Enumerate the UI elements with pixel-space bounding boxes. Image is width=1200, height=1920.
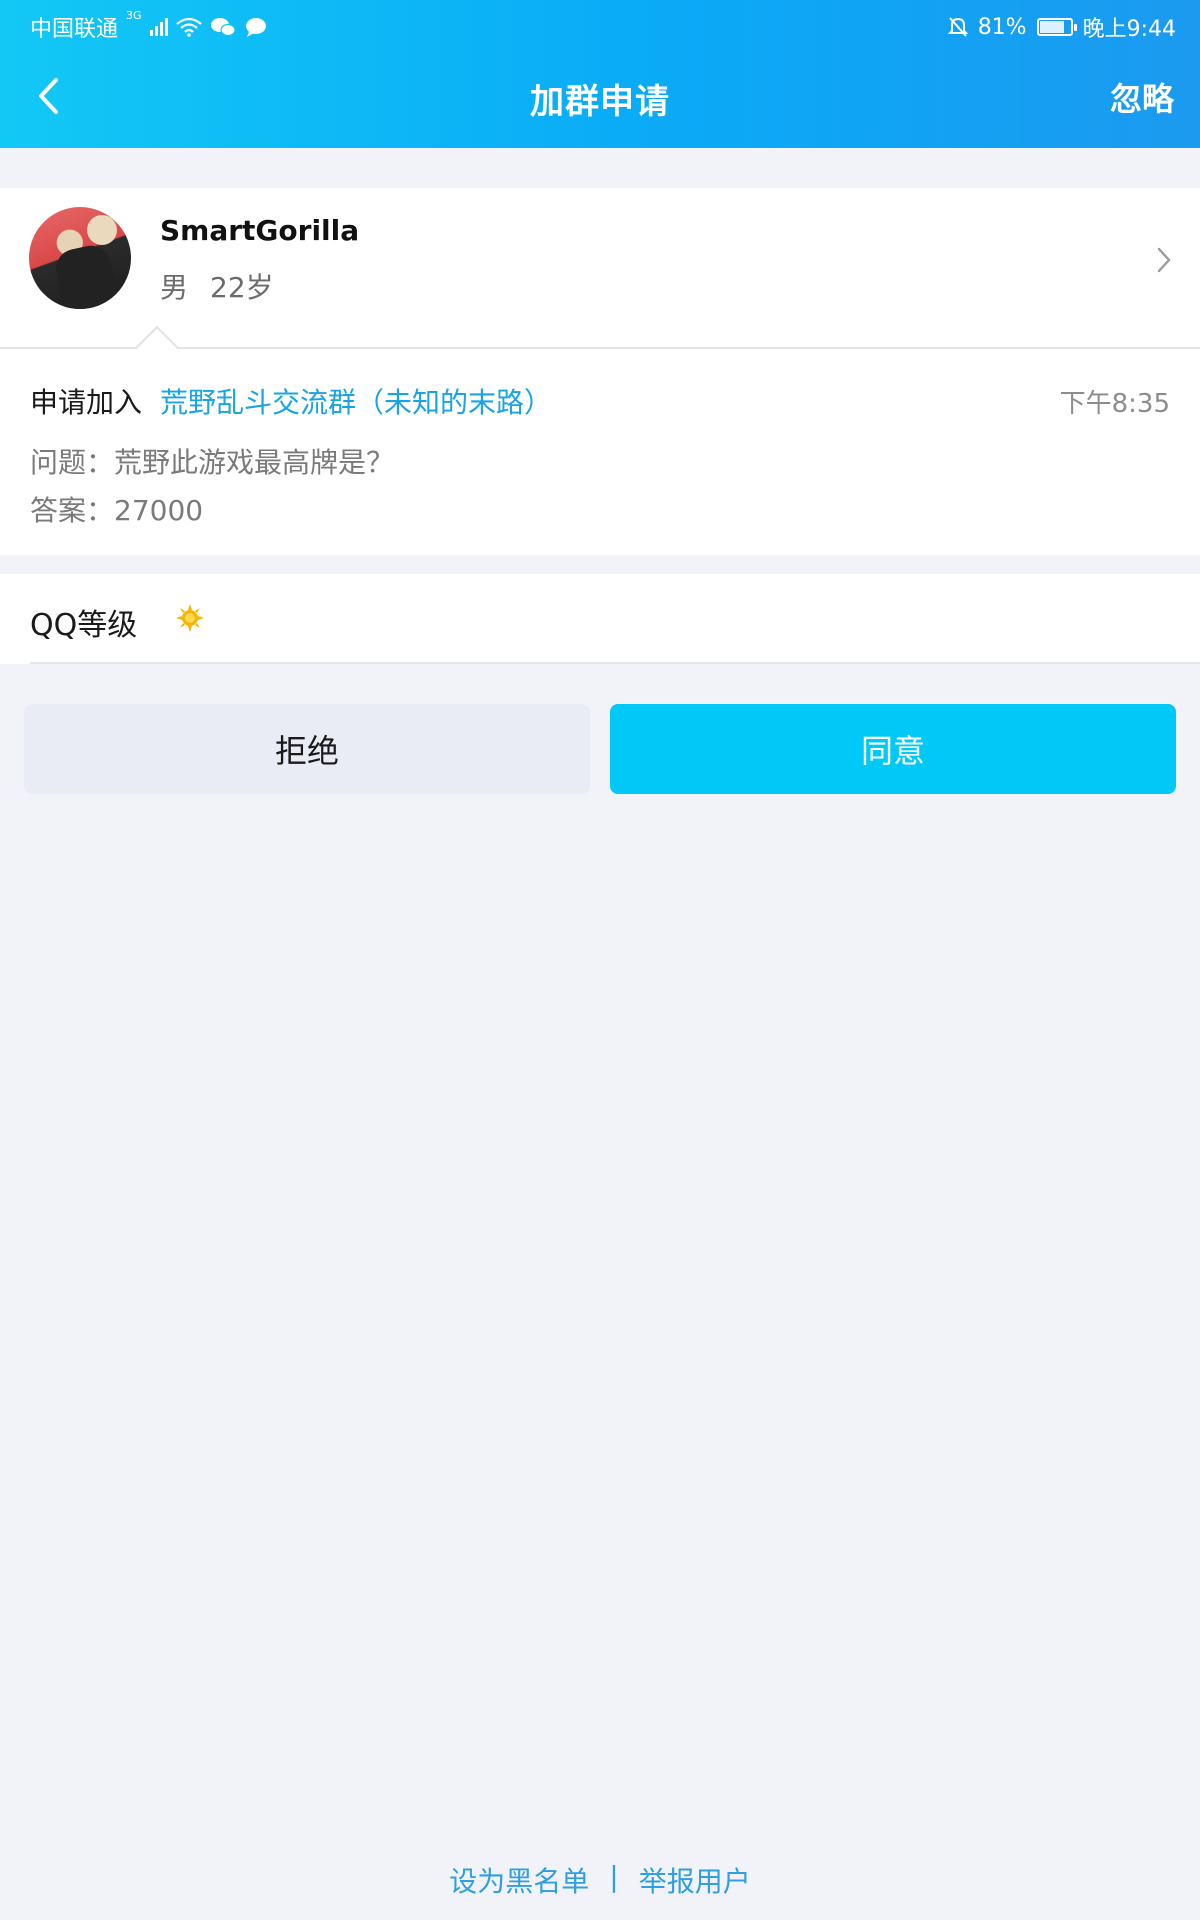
- age-label: 22岁: [210, 271, 274, 304]
- wifi-icon: [175, 17, 202, 37]
- status-left: 中国联通 3G: [30, 9, 268, 43]
- reject-button[interactable]: 拒绝: [24, 704, 590, 794]
- battery-icon: [1036, 18, 1077, 36]
- page: 中国联通 3G 81% 晚上9:44 加群申请 忽略 SmartGorilla …: [0, 0, 1200, 1920]
- gender-age: 男 22岁: [160, 266, 274, 306]
- gender-label: 男: [160, 271, 189, 304]
- group-link[interactable]: 荒野乱斗交流群（未知的末路）: [160, 381, 552, 421]
- chevron-right-icon[interactable]: [1156, 246, 1172, 278]
- network-type-label: 3G: [126, 9, 142, 22]
- profile-card[interactable]: SmartGorilla 男 22岁: [0, 188, 1200, 348]
- request-question: 问题：荒野此游戏最高牌是？: [30, 446, 395, 479]
- level-divider: [30, 662, 1200, 664]
- mute-bell-icon: [947, 16, 968, 38]
- footer-separator: |: [609, 1860, 619, 1893]
- carrier-label: 中国联通: [30, 17, 119, 42]
- page-title: 加群申请: [530, 82, 670, 122]
- status-right: 81% 晚上9:44: [947, 11, 1176, 43]
- blacklist-link[interactable]: 设为黑名单: [449, 1860, 589, 1900]
- request-label: 申请加入: [30, 386, 143, 419]
- request-time: 下午8:35: [1059, 389, 1170, 419]
- qq-level-row: QQ等级: [0, 574, 1200, 664]
- qq-level-label: QQ等级: [30, 608, 138, 643]
- request-answer: 答案：27000: [30, 494, 204, 527]
- wechat-icon: [210, 17, 236, 37]
- header: 中国联通 3G 81% 晚上9:44 加群申请 忽略: [0, 0, 1200, 148]
- request-detail: 申请加入 荒野乱斗交流群（未知的末路） 下午8:35 问题：荒野此游戏最高牌是？…: [0, 349, 1200, 555]
- signal-icon: [149, 18, 168, 36]
- accept-button[interactable]: 同意: [610, 704, 1176, 794]
- footer-links: 设为黑名单 | 举报用户: [0, 1860, 1200, 1900]
- nav-bar: 加群申请 忽略: [0, 60, 1200, 140]
- status-bar: 中国联通 3G 81% 晚上9:44: [0, 0, 1200, 50]
- battery-percent: 81%: [977, 14, 1027, 40]
- clock: 晚上9:44: [1082, 17, 1176, 42]
- report-user-link[interactable]: 举报用户: [639, 1860, 751, 1900]
- avatar[interactable]: [29, 207, 131, 309]
- username: SmartGorilla: [160, 214, 360, 247]
- sun-icon: [176, 604, 204, 636]
- ignore-button[interactable]: 忽略: [1110, 74, 1174, 120]
- request-line: 申请加入 荒野乱斗交流群（未知的末路）: [30, 381, 552, 421]
- message-bubble-icon: [244, 17, 268, 37]
